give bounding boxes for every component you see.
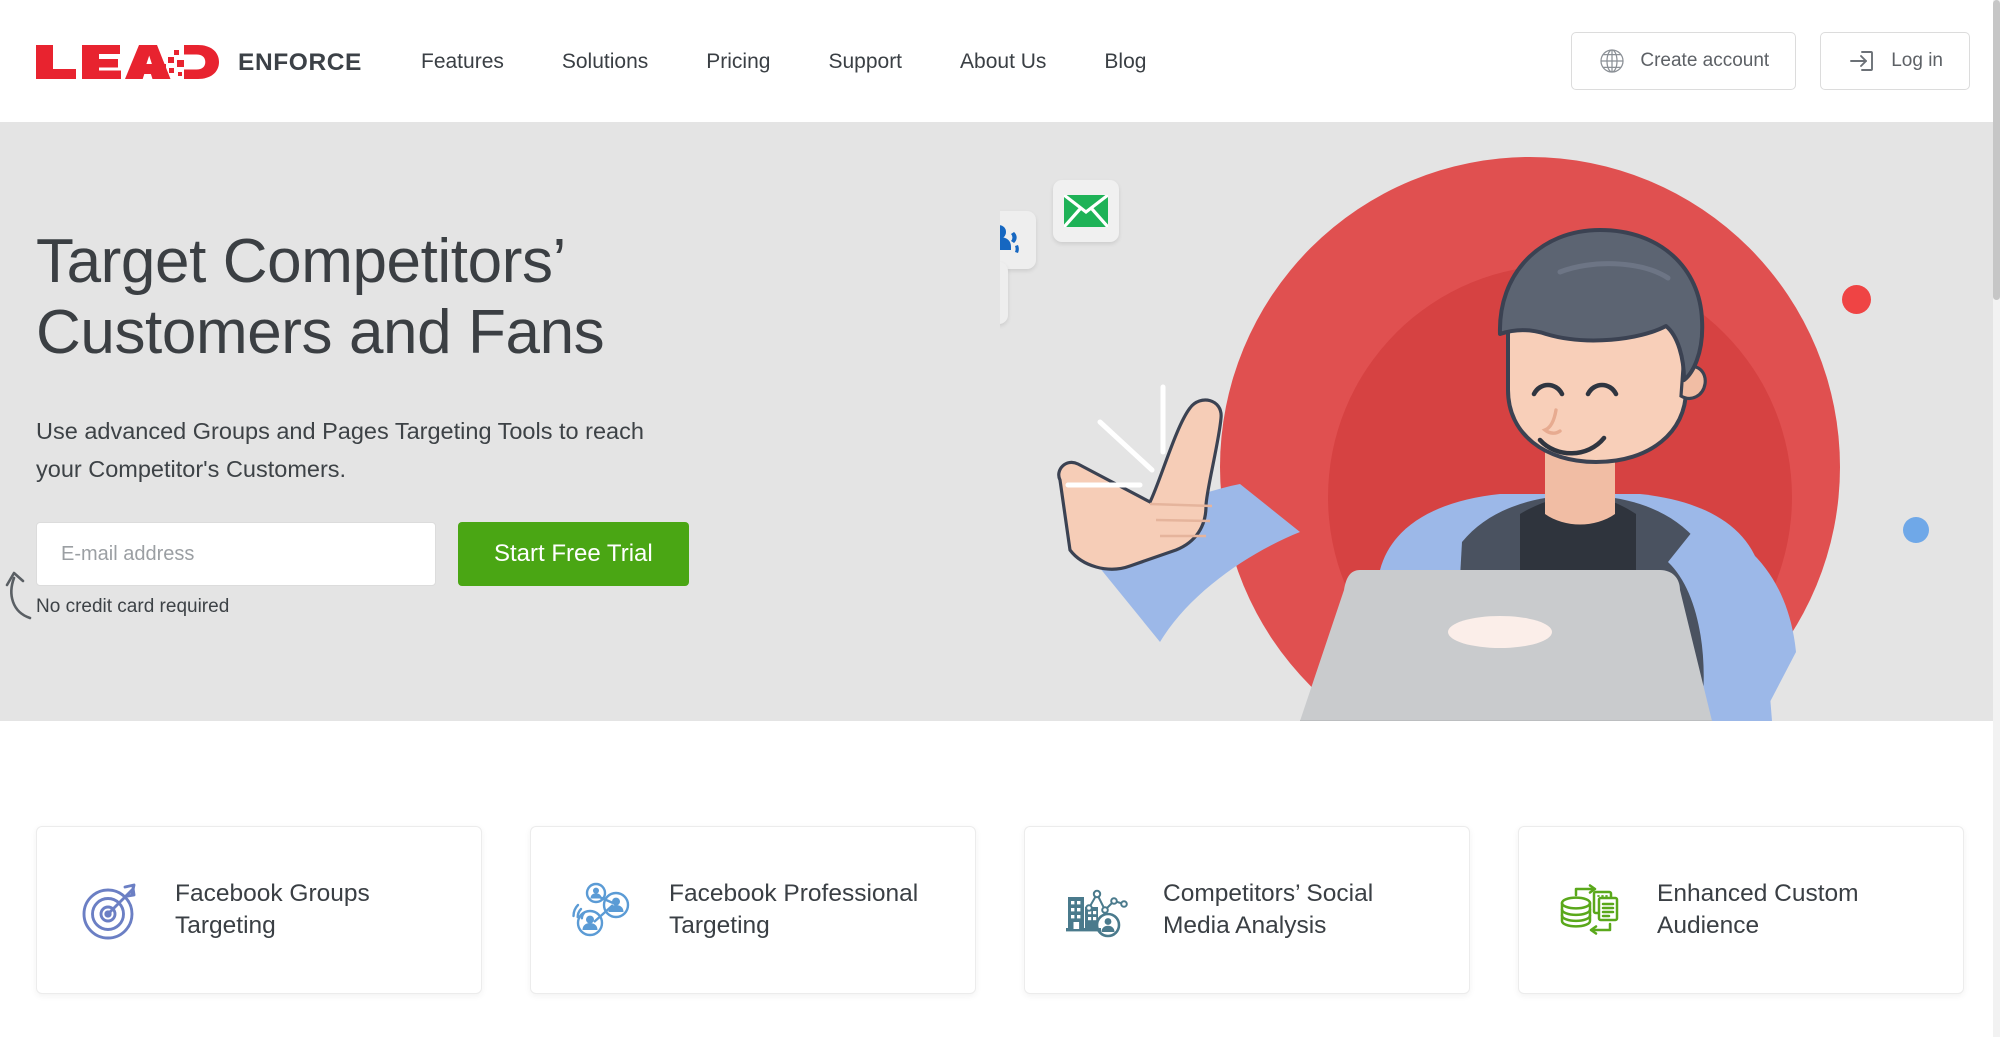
log-in-label: Log in bbox=[1891, 50, 1943, 71]
feature-card-label: Enhanced Custom Audience bbox=[1657, 878, 1859, 943]
main-navigation: Features Solutions Pricing Support About… bbox=[392, 48, 1175, 76]
feature-card-label: Competitors’ Social Media Analysis bbox=[1163, 878, 1373, 943]
globe-icon bbox=[1600, 49, 1624, 73]
feature-card-label-line2: Targeting bbox=[175, 912, 276, 939]
hero-subtitle-line2: your Competitor's Customers. bbox=[36, 456, 347, 483]
nav-item-solutions[interactable]: Solutions bbox=[533, 48, 677, 76]
create-account-label: Create account bbox=[1640, 50, 1770, 71]
page-title: Target Competitors’ Customers and Fans bbox=[36, 227, 776, 368]
feature-card-label-line1: Competitors’ Social bbox=[1163, 879, 1374, 907]
landing-page: ENFORCE Features Solutions Pricing Suppo… bbox=[0, 0, 2000, 1037]
envelope-badge bbox=[1053, 180, 1119, 242]
phone-badge bbox=[1000, 262, 1008, 324]
page-scrollbar[interactable] bbox=[1993, 0, 2000, 1037]
feature-cards: Facebook Groups Targeting Facebook Profe… bbox=[0, 826, 2000, 994]
login-icon bbox=[1850, 51, 1874, 71]
hero-title-line1: Target Competitors’ bbox=[36, 227, 566, 296]
nav-item-blog[interactable]: Blog bbox=[1075, 48, 1175, 76]
hero-illustration bbox=[1000, 122, 2000, 721]
site-header: ENFORCE Features Solutions Pricing Suppo… bbox=[0, 0, 2000, 122]
target-arrow-icon bbox=[73, 873, 147, 947]
hero-illustration-svg bbox=[1057, 157, 1840, 721]
email-input[interactable] bbox=[36, 522, 436, 587]
people-badge-icon bbox=[1000, 225, 1019, 253]
brand-logo[interactable]: ENFORCE bbox=[32, 42, 362, 82]
database-sync-icon bbox=[1555, 873, 1629, 947]
page-scrollbar-thumb[interactable] bbox=[1993, 0, 2000, 300]
no-credit-card-note: No credit card required bbox=[36, 596, 230, 618]
hero-copy: Target Competitors’ Customers and Fans U… bbox=[36, 227, 776, 618]
people-network-icon bbox=[567, 873, 641, 947]
people-badge bbox=[1000, 211, 1036, 269]
feature-card-facebook-professional-targeting[interactable]: Facebook Professional Targeting bbox=[530, 826, 976, 994]
brand-logo-enforce: ENFORCE bbox=[238, 48, 362, 76]
feature-card-label: Facebook Groups Targeting bbox=[175, 878, 370, 943]
feature-card-facebook-groups-targeting[interactable]: Facebook Groups Targeting bbox=[36, 826, 482, 994]
nav-item-features[interactable]: Features bbox=[392, 48, 533, 76]
hero-subtitle: Use advanced Groups and Pages Targeting … bbox=[36, 412, 676, 488]
hero-subtitle-line1: Use advanced Groups and Pages Targeting … bbox=[36, 418, 644, 445]
hero-title-line2: Customers and Fans bbox=[36, 297, 605, 367]
header-actions: Create account Log in bbox=[1571, 32, 1970, 90]
feature-card-label-line1: Enhanced Custom bbox=[1657, 879, 1859, 907]
feature-card-label-line2: Audience bbox=[1657, 912, 1760, 939]
feature-card-label-line2: Targeting bbox=[669, 912, 770, 939]
decorative-blue-dot bbox=[1903, 517, 1929, 543]
nav-item-support[interactable]: Support bbox=[799, 48, 931, 76]
feature-card-label: Facebook Professional Targeting bbox=[669, 878, 918, 943]
create-account-button[interactable]: Create account bbox=[1571, 32, 1797, 90]
feature-card-competitors-social-media-analysis[interactable]: Competitors’ Social Media Analysis bbox=[1024, 826, 1470, 994]
feature-card-enhanced-custom-audience[interactable]: Enhanced Custom Audience bbox=[1518, 826, 1964, 994]
envelope-badge-icon bbox=[1064, 195, 1108, 227]
nav-item-about-us[interactable]: About Us bbox=[931, 48, 1075, 76]
log-in-button[interactable]: Log in bbox=[1820, 32, 1970, 90]
start-free-trial-button[interactable]: Start Free Trial bbox=[458, 522, 689, 587]
building-chart-icon bbox=[1061, 873, 1135, 947]
feature-card-label-line1: Facebook Groups bbox=[175, 879, 370, 907]
feature-card-label-line1: Facebook Professional bbox=[669, 879, 919, 907]
feature-card-label-line2: Media Analysis bbox=[1163, 912, 1327, 939]
trial-signup-form: Start Free Trial bbox=[36, 522, 776, 587]
lead-logo-icon bbox=[36, 45, 219, 79]
nav-item-pricing[interactable]: Pricing bbox=[677, 48, 799, 76]
hero-section: Target Competitors’ Customers and Fans U… bbox=[0, 122, 2000, 721]
decorative-red-dot bbox=[1842, 285, 1871, 314]
